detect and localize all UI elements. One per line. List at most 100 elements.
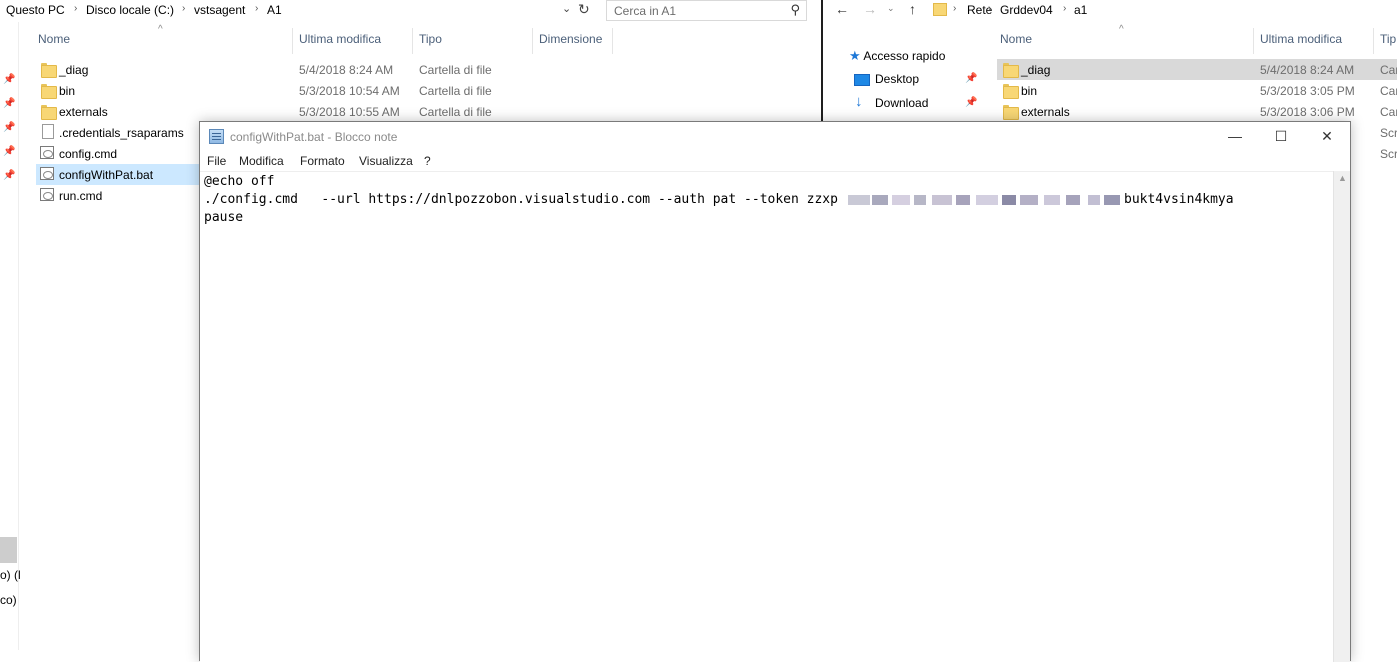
folder-icon: [1003, 83, 1019, 99]
file-type: Scri: [1380, 147, 1397, 161]
navigation-pane[interactable]: 📌 📌 📌 📌 📌 o) (l co): [0, 22, 21, 650]
pixelated-redaction: [848, 192, 1122, 208]
column-divider[interactable]: [1373, 28, 1374, 54]
menu-modifica[interactable]: Modifica: [239, 154, 284, 168]
column-divider[interactable]: [292, 28, 293, 54]
cmd-file-icon: [40, 167, 54, 180]
column-header-type[interactable]: Tip: [1380, 32, 1396, 46]
window-title: configWithPat.bat - Blocco note: [230, 130, 398, 144]
folder-icon: [41, 83, 57, 99]
code-line-suffix: bukt4vsin4kmya: [1124, 192, 1234, 207]
folder-icon: [1003, 104, 1019, 120]
up-arrow-icon[interactable]: ↑: [909, 1, 916, 17]
scroll-up-icon[interactable]: ▲: [1338, 173, 1347, 183]
menu-visualizza[interactable]: Visualizza: [359, 154, 413, 168]
column-header-modified[interactable]: Ultima modifica: [299, 32, 381, 46]
file-row[interactable]: externals 5/3/2018 3:06 PM Car: [997, 101, 1397, 122]
pin-icon: 📌: [965, 73, 978, 84]
column-header-type[interactable]: Tipo: [419, 32, 442, 46]
file-row[interactable]: .credentials_rsaparams: [36, 122, 196, 143]
file-name: config.cmd: [59, 147, 118, 161]
breadcrumb-item[interactable]: Questo PC: [6, 3, 65, 17]
scrollbar-thumb[interactable]: [0, 537, 17, 563]
nav-download[interactable]: ↓ Download 📌: [853, 93, 978, 114]
nav-item-partial[interactable]: co): [0, 593, 17, 607]
column-header-size[interactable]: Dimensione: [539, 32, 602, 46]
chevron-down-icon[interactable]: ⌄: [887, 3, 895, 14]
search-placeholder: Cerca in A1: [614, 4, 677, 18]
menu-file[interactable]: File: [207, 154, 226, 168]
nav-desktop[interactable]: Desktop 📌: [853, 72, 977, 90]
vertical-scrollbar[interactable]: ▲: [1333, 171, 1350, 662]
menu-formato[interactable]: Formato: [300, 154, 345, 168]
text-editor[interactable]: @echo off ./config.cmd --url https://dnl…: [200, 171, 1334, 662]
file-row[interactable]: externals 5/3/2018 10:55 AM Cartella di …: [36, 101, 796, 122]
file-type: Car: [1380, 63, 1397, 77]
file-name: externals: [59, 105, 108, 119]
column-header-name[interactable]: Nome: [1000, 32, 1032, 46]
file-name: bin: [1021, 84, 1038, 98]
nav-quick-access[interactable]: ★ Accesso rapido: [849, 48, 945, 64]
file-type: Car: [1380, 105, 1397, 119]
file-icon: [42, 124, 54, 139]
file-row-selected[interactable]: configWithPat.bat: [36, 164, 200, 185]
column-divider[interactable]: [412, 28, 413, 54]
pin-icon: 📌: [965, 97, 978, 108]
file-name: bin: [59, 84, 76, 98]
breadcrumb-item[interactable]: a1: [1074, 3, 1087, 17]
chevron-right-icon: ›: [988, 3, 992, 14]
file-type: Scri: [1380, 126, 1397, 140]
pin-icon: 📌: [3, 122, 16, 133]
menu-help[interactable]: ?: [424, 154, 431, 168]
breadcrumb-item[interactable]: Grddev04: [1000, 3, 1053, 17]
file-row-selected[interactable]: _diag 5/4/2018 8:24 AM Car: [997, 59, 1397, 80]
column-header-modified[interactable]: Ultima modifica: [1260, 32, 1342, 46]
file-row[interactable]: config.cmd: [36, 143, 196, 164]
star-icon: ★: [849, 48, 861, 63]
breadcrumb-item[interactable]: A1: [267, 3, 282, 17]
file-type: Car: [1380, 84, 1397, 98]
column-divider[interactable]: [1253, 28, 1254, 54]
file-row[interactable]: _diag 5/4/2018 8:24 AM Cartella di file: [36, 59, 796, 80]
file-row[interactable]: run.cmd: [36, 185, 196, 206]
file-modified: 5/3/2018 3:06 PM: [1260, 105, 1355, 119]
file-type: Cartella di file: [419, 105, 492, 119]
back-arrow-icon[interactable]: ←: [835, 1, 849, 17]
file-name: configWithPat.bat: [59, 168, 154, 182]
breadcrumb-item[interactable]: vstsagent: [194, 3, 245, 17]
title-bar[interactable]: configWithPat.bat - Blocco note — ☐ ✕: [200, 122, 1350, 151]
column-header-name[interactable]: Nome: [38, 32, 70, 46]
search-input[interactable]: Cerca in A1 ⚲: [606, 0, 807, 21]
desktop-icon: [854, 74, 870, 86]
sort-ascending-icon: ^: [158, 24, 163, 35]
chevron-right-icon: ›: [255, 3, 259, 14]
notepad-window[interactable]: configWithPat.bat - Blocco note — ☐ ✕ Fi…: [199, 121, 1351, 662]
breadcrumb-item[interactable]: Disco locale (C:): [86, 3, 174, 17]
file-row[interactable]: bin 5/3/2018 3:05 PM Car: [997, 80, 1397, 101]
minimize-button[interactable]: —: [1212, 122, 1258, 151]
cmd-file-icon: [40, 188, 54, 201]
file-row[interactable]: bin 5/3/2018 10:54 AM Cartella di file: [36, 80, 796, 101]
chevron-right-icon: ›: [74, 3, 78, 14]
file-modified: 5/3/2018 3:05 PM: [1260, 84, 1355, 98]
chevron-down-icon[interactable]: ⌄: [562, 2, 571, 15]
file-name: _diag: [59, 63, 89, 77]
file-name: externals: [1021, 105, 1070, 119]
nav-item-partial[interactable]: o) (l: [0, 568, 21, 582]
close-button[interactable]: ✕: [1304, 122, 1350, 151]
column-divider[interactable]: [612, 28, 613, 54]
refresh-icon[interactable]: ↻: [578, 1, 590, 18]
maximize-button[interactable]: ☐: [1258, 122, 1304, 151]
code-line: ./config.cmd --url https://dnlpozzobon.v…: [204, 192, 838, 207]
code-line: pause: [204, 210, 244, 225]
pin-icon: 📌: [3, 98, 16, 109]
code-line: @echo off: [204, 174, 275, 189]
file-modified: 5/4/2018 8:24 AM: [1260, 63, 1355, 77]
address-bar[interactable]: Questo PC › Disco locale (C:) › vstsagen…: [0, 0, 600, 22]
chevron-right-icon: ›: [182, 3, 186, 14]
file-type: Cartella di file: [419, 84, 492, 98]
folder-icon: [1003, 62, 1019, 78]
download-arrow-icon: ↓: [855, 93, 863, 110]
forward-arrow-icon[interactable]: →: [863, 1, 877, 17]
column-divider[interactable]: [532, 28, 533, 54]
